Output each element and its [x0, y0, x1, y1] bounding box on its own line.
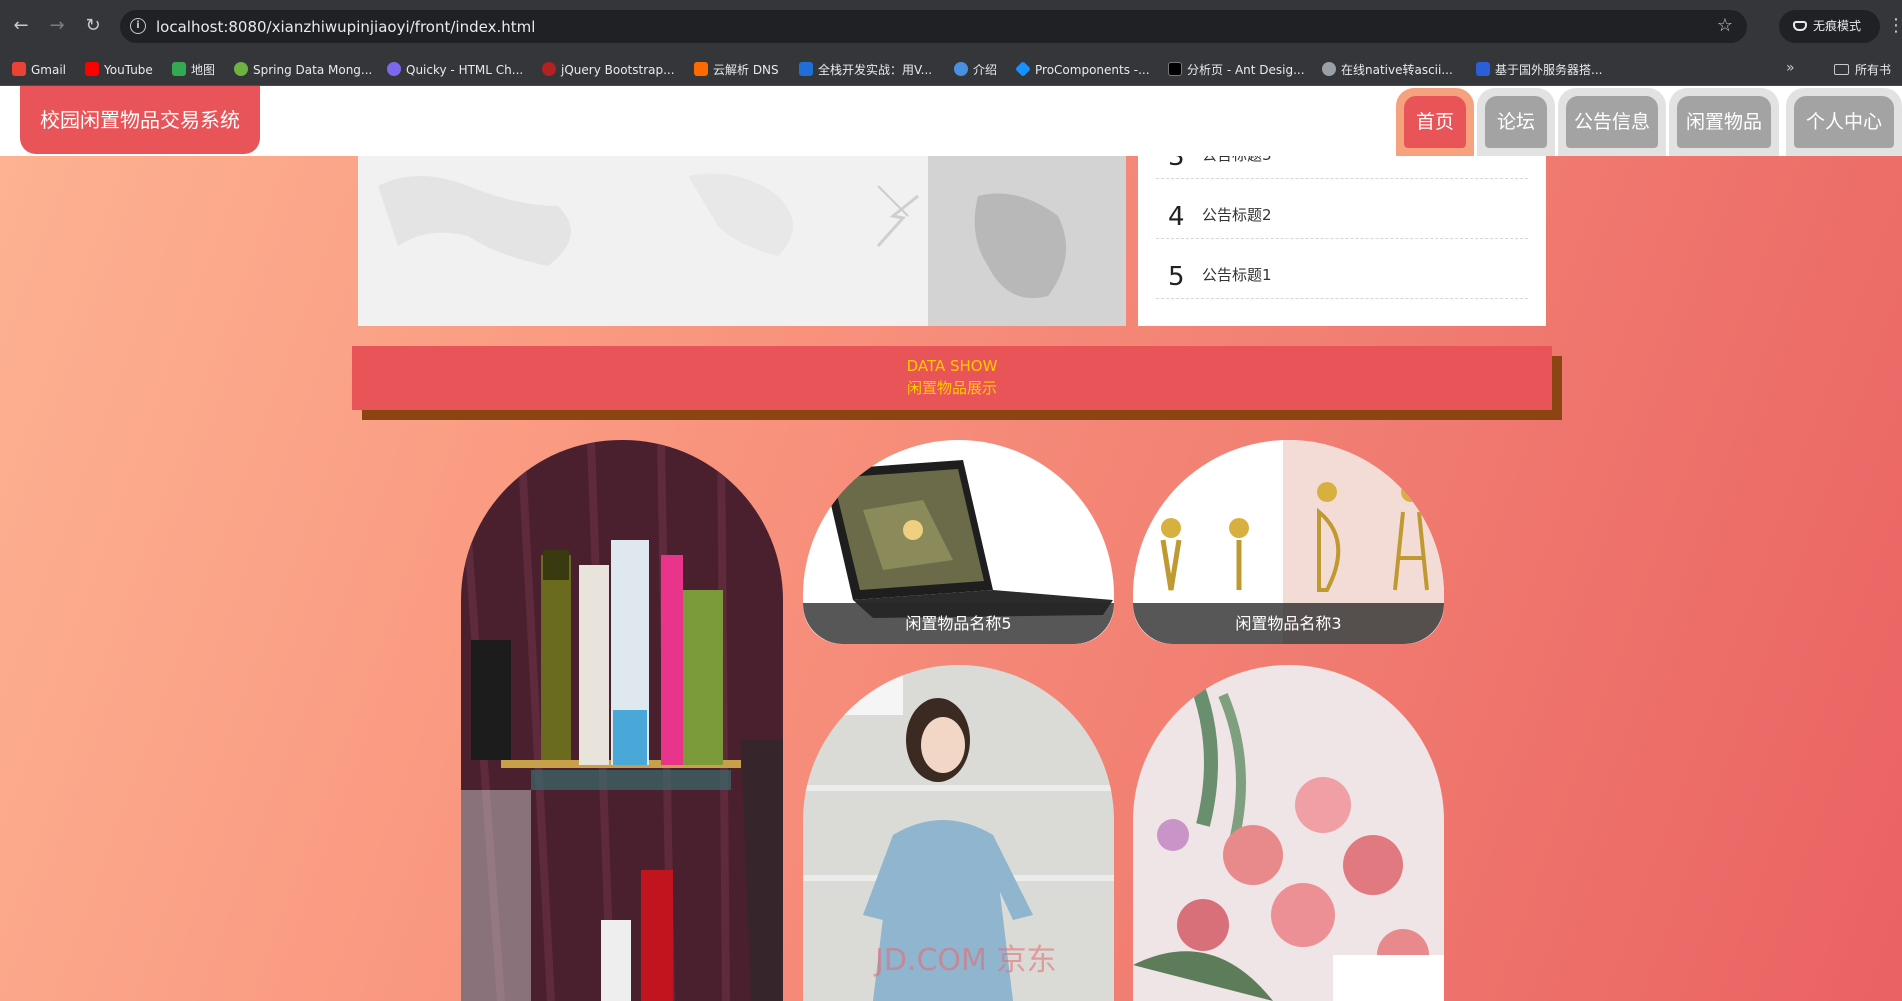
nav-label: 首页	[1404, 96, 1466, 148]
bookmark-procomponents[interactable]: ProComponents -...	[1015, 61, 1150, 79]
procomponents-icon	[1015, 61, 1031, 77]
bookmark-gmail[interactable]: Gmail	[12, 61, 66, 79]
cosmetics-image	[461, 440, 783, 1001]
bookmark-label: 基于国外服务器搭...	[1495, 63, 1603, 77]
forward-icon[interactable]: →	[44, 13, 70, 39]
flag-icon	[1476, 62, 1490, 76]
bookmark-intro[interactable]: 介绍	[954, 61, 997, 79]
reload-icon[interactable]: ↻	[80, 13, 106, 39]
youtube-icon	[85, 62, 99, 76]
bookmark-label: ProComponents -...	[1035, 63, 1150, 77]
bookmark-label: 介绍	[973, 63, 998, 77]
bookmark-maps[interactable]: 地图	[172, 61, 215, 79]
aliyun-icon	[694, 62, 708, 76]
jquery-icon	[542, 62, 556, 76]
notice-item[interactable]: 3 公告标题3	[1156, 156, 1528, 179]
world-map-banner-image	[358, 156, 1126, 326]
notice-title[interactable]: 公告标题1	[1202, 264, 1272, 285]
incognito-icon	[1793, 21, 1807, 31]
gmail-icon	[12, 62, 26, 76]
back-icon[interactable]: ←	[8, 13, 34, 39]
jd-watermark: JD.COM 京东	[875, 943, 1057, 978]
page-viewport: 3 公告标题3 4 公告标题2 5 公告标题1 DATA SHOW 闲置物品展示	[0, 86, 1902, 1001]
quicky-icon	[387, 62, 401, 76]
m-icon	[799, 62, 813, 76]
nav-profile[interactable]: 个人中心	[1786, 88, 1902, 156]
item-card[interactable]: JD.COM 京东	[803, 665, 1114, 1001]
bookmark-label: 全栈开发实战：用V...	[818, 63, 933, 77]
all-bookmarks-folder[interactable]: 所有书	[1834, 61, 1891, 78]
item-name[interactable]: 闲置物品名称3	[1133, 603, 1444, 644]
item-card[interactable]: 闲置物品名称3	[1133, 440, 1444, 644]
all-bookmarks-label: 所有书	[1855, 63, 1892, 77]
bookmark-jquery-bootstrap[interactable]: jQuery Bootstrap...	[542, 61, 675, 79]
bookmark-label: 地图	[191, 63, 216, 77]
section-heading: DATA SHOW 闲置物品展示	[352, 346, 1552, 410]
bookmark-label: Spring Data Mong...	[253, 63, 373, 77]
site-info-icon[interactable]: i	[130, 18, 146, 34]
site-header: 校园闲置物品交易系统 首页 论坛 公告信息 闲置物品 个人中心	[0, 86, 1902, 156]
address-bar[interactable]: i localhost:8080/xianzhiwupinjiaoyi/fron…	[120, 10, 1747, 43]
banner-carousel[interactable]	[358, 156, 1126, 326]
globe-icon	[1322, 62, 1336, 76]
notice-list: 3 公告标题3 4 公告标题2 5 公告标题1	[1138, 156, 1546, 326]
bookmarks-overflow-icon[interactable]: »	[1786, 60, 1795, 76]
item-card[interactable]	[461, 440, 783, 1001]
nav-label: 论坛	[1485, 96, 1547, 148]
bookmark-fullstack[interactable]: 全栈开发实战：用V...	[799, 61, 932, 79]
section-heading-en: DATA SHOW	[906, 357, 998, 375]
notice-title[interactable]: 公告标题2	[1202, 204, 1272, 225]
section-heading-cn: 闲置物品展示	[906, 379, 997, 397]
nav-forum[interactable]: 论坛	[1477, 88, 1555, 156]
nav-label: 闲置物品	[1677, 96, 1771, 148]
incognito-badge[interactable]: 无痕模式	[1779, 10, 1880, 43]
nav-idle-items[interactable]: 闲置物品	[1669, 88, 1779, 156]
globe-icon	[954, 62, 968, 76]
notice-item[interactable]: 4 公告标题2	[1156, 179, 1528, 239]
item-card[interactable]: 闲置物品名称5	[803, 440, 1114, 644]
spring-icon	[234, 62, 248, 76]
notice-number: 5	[1168, 262, 1185, 292]
bookmark-label: YouTube	[104, 63, 153, 77]
bookmark-label: 在线native转ascii...	[1341, 63, 1453, 77]
bookmark-label: Quicky - HTML Ch...	[406, 63, 524, 77]
bookmark-ant-design[interactable]: 分析页 - Ant Desig...	[1168, 61, 1305, 79]
maps-icon	[172, 62, 186, 76]
bookmark-server-setup[interactable]: 基于国外服务器搭...	[1476, 61, 1602, 79]
bookmark-cloud-dns[interactable]: 云解析 DNS	[694, 61, 779, 79]
incognito-label: 无痕模式	[1813, 19, 1862, 33]
nav-label: 公告信息	[1566, 96, 1658, 148]
item-card[interactable]	[1133, 665, 1444, 1001]
url-text[interactable]: localhost:8080/xianzhiwupinjiaoyi/front/…	[156, 18, 535, 36]
bookmark-label: Gmail	[31, 63, 67, 77]
nav-label: 个人中心	[1794, 96, 1894, 148]
nav-home[interactable]: 首页	[1396, 88, 1474, 156]
bookmark-youtube[interactable]: YouTube	[85, 61, 153, 79]
rose-bouquet-image	[1133, 665, 1444, 1001]
site-logo[interactable]: 校园闲置物品交易系统	[20, 86, 260, 154]
bookmark-label: 分析页 - Ant Desig...	[1187, 63, 1305, 77]
bookmark-label: 云解析 DNS	[713, 63, 779, 77]
browser-toolbar: ← → ↻ i localhost:8080/xianzhiwupinjiaoy…	[0, 0, 1902, 52]
notice-number: 3	[1168, 156, 1185, 172]
notice-item[interactable]: 5 公告标题1	[1156, 239, 1528, 299]
bookmark-native-ascii[interactable]: 在线native转ascii...	[1322, 61, 1453, 79]
pro-icon	[1168, 62, 1182, 76]
bookmark-spring-data[interactable]: Spring Data Mong...	[234, 61, 372, 79]
bookmark-star-icon[interactable]: ☆	[1717, 15, 1733, 36]
bookmarks-bar: Gmail YouTube 地图 Spring Data Mong... Qui…	[0, 52, 1902, 86]
notice-title[interactable]: 公告标题3	[1202, 156, 1272, 165]
item-name[interactable]: 闲置物品名称5	[803, 603, 1114, 644]
notice-number: 4	[1168, 202, 1185, 232]
nav-notices[interactable]: 公告信息	[1558, 88, 1666, 156]
menu-kebab-icon[interactable]: ⋮	[1887, 14, 1902, 38]
bookmark-quicky[interactable]: Quicky - HTML Ch...	[387, 61, 523, 79]
folder-icon	[1834, 64, 1849, 75]
bookmark-label: jQuery Bootstrap...	[561, 63, 675, 77]
